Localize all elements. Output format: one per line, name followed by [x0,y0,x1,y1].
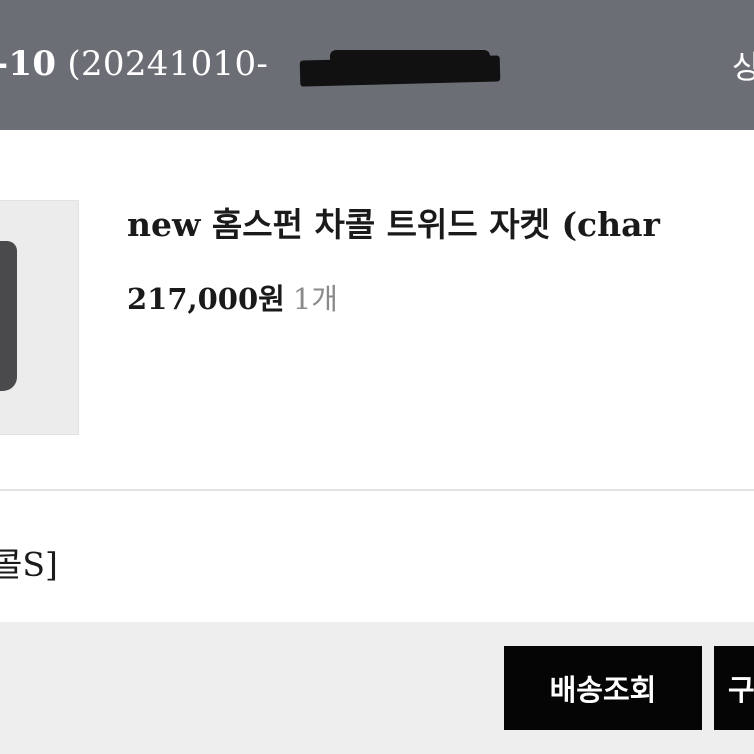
price-line: 217,000원 1개 [127,276,338,318]
redaction-mark [299,55,501,87]
order-date: 0-10 [0,44,57,84]
order-detail-link[interactable]: 상 [732,42,754,88]
order-id-label: 0-10 (20241010- [0,44,268,84]
order-header: 0-10 (20241010- 상 [0,0,754,130]
order-detail-card: 0-10 (20241010- 상 new 홈스펀 차콜 트위드 자켓 (cha… [0,0,754,754]
product-name[interactable]: new 홈스펀 차콜 트위드 자켓 (char [127,198,660,246]
divider [0,489,754,491]
jacket-image [0,241,17,391]
product-quantity: 1개 [292,282,338,316]
track-delivery-button[interactable]: 배송조회 [504,646,702,730]
order-number: (20241010- [67,44,269,84]
product-option: 콜S] [0,545,58,584]
product-price: 217,000원 [127,282,285,316]
product-thumbnail[interactable] [0,200,79,435]
secondary-action-button[interactable]: 구 [714,646,754,730]
